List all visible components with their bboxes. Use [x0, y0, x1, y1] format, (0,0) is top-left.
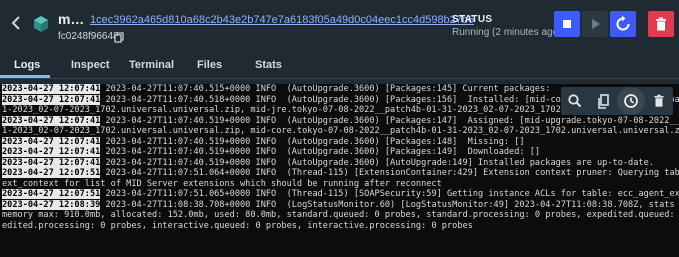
- log-timestamp: 2023-04-27 12:07:41: [2, 84, 101, 94]
- log-timestamp: 2023-04-27 12:07:41: [2, 94, 101, 105]
- restart-icon: [616, 15, 630, 31]
- log-line: 2023-04-27 12:07:41 2023-04-27T11:07:40.…: [2, 115, 679, 127]
- timestamps-toggle-button[interactable]: [617, 87, 645, 115]
- copy-logs-button[interactable]: [589, 87, 617, 115]
- log-message: 2023-04-27T11:07:40.519+0000 INFO (AutoU…: [100, 136, 525, 147]
- search-logs-button[interactable]: [561, 87, 589, 115]
- clear-logs-button[interactable]: [645, 87, 673, 115]
- log-message: 2023-04-27T11:07:40.519+0000 INFO (AutoU…: [100, 157, 654, 168]
- search-icon: [568, 94, 582, 108]
- start-button[interactable]: [582, 11, 608, 37]
- log-line: 2023-04-27 12:07:41 2023-04-27T11:07:40.…: [2, 147, 677, 158]
- tab-inspect[interactable]: Inspect: [71, 59, 110, 71]
- log-message: 2023-04-27T11:08:38.708+0000 INFO (LogSt…: [100, 199, 679, 210]
- trash-icon: [654, 94, 664, 107]
- log-toolbar: [561, 87, 673, 115]
- log-message: 2023-04-27T11:07:40.519+0000 INFO (AutoU…: [100, 115, 679, 126]
- log-line: edited.processing: 0 probes, interactive…: [2, 221, 677, 232]
- clock-icon: [624, 94, 638, 108]
- log-message: 1-2023_02-07-2023_1702.universal.univers…: [2, 105, 654, 115]
- stop-icon: [563, 20, 571, 28]
- container-cube-icon: [32, 15, 50, 33]
- back-arrow-icon[interactable]: [9, 13, 23, 33]
- tab-divider: [0, 78, 679, 79]
- copy-id-icon[interactable]: [114, 30, 124, 43]
- log-line: ext_context for list of MID Server exten…: [2, 179, 677, 190]
- log-line: 2023-04-27 12:07:41 2023-04-27T11:07:40.…: [2, 136, 677, 148]
- tab-files[interactable]: Files: [197, 59, 222, 71]
- log-timestamp: 2023-04-27 12:07:41: [2, 136, 101, 147]
- log-timestamp: 2023-04-27 12:07:41: [2, 147, 101, 157]
- container-hash-link[interactable]: 1cec3962a465d810a68c2b43e2b747e7a6183f05…: [90, 14, 474, 26]
- log-timestamp: 2023-04-27 12:07:51: [2, 189, 101, 199]
- log-line: 2023-04-27 12:07:51 2023-04-27T11:07:51.…: [2, 168, 679, 179]
- log-timestamp: 2023-04-27 12:08:39: [2, 199, 101, 210]
- tab-bar: Logs Inspect Terminal Files Stats: [0, 52, 679, 79]
- tab-logs[interactable]: Logs: [14, 59, 40, 71]
- log-message: 2023-04-27T11:07:40.519+0000 INFO (AutoU…: [100, 147, 541, 157]
- log-message: 1-2023_02-07-2023_1702.universal.univers…: [2, 126, 679, 136]
- container-name: m...: [58, 11, 85, 27]
- play-icon: [592, 19, 600, 29]
- log-line: 2023-04-27 12:07:51 2023-04-27T11:07:51.…: [2, 189, 679, 200]
- tab-terminal[interactable]: Terminal: [129, 59, 174, 71]
- log-line: memory max: 910.0mb, allocated: 152.0mb,…: [2, 210, 677, 221]
- log-message: 2023-04-27T11:07:51.065+0000 INFO (Threa…: [100, 189, 679, 199]
- log-message: edited.processing: 0 probes, interactive…: [2, 220, 473, 231]
- status-label: STATUS: [452, 14, 493, 25]
- container-short-id: fc0248f96648: [58, 31, 119, 42]
- status-text: Running (2 minutes ago): [452, 27, 562, 38]
- stop-button[interactable]: [554, 11, 580, 37]
- log-timestamp: 2023-04-27 12:07:41: [2, 115, 101, 126]
- log-timestamp: 2023-04-27 12:07:41: [2, 157, 101, 168]
- tab-stats[interactable]: Stats: [255, 59, 282, 71]
- restart-button[interactable]: [610, 11, 636, 37]
- copy-icon: [598, 94, 609, 109]
- log-message: 2023-04-27T11:07:40.515+0000 INFO (AutoU…: [100, 84, 551, 94]
- log-message: memory max: 910.0mb, allocated: 152.0mb,…: [2, 210, 679, 220]
- log-line: 2023-04-27 12:08:39 2023-04-27T11:08:38.…: [2, 199, 679, 211]
- log-line: 2023-04-27 12:07:41 2023-04-27T11:07:40.…: [2, 157, 677, 169]
- container-header: m... 1cec3962a465d810a68c2b43e2b747e7a61…: [0, 0, 679, 50]
- trash-icon: [656, 17, 666, 31]
- log-line: 1-2023_02-07-2023_1702.universal.univers…: [2, 126, 679, 137]
- log-timestamp: 2023-04-27 12:07:51: [2, 168, 101, 178]
- log-message: ext_context for list of MID Server exten…: [2, 178, 442, 189]
- delete-container-button[interactable]: [648, 11, 674, 37]
- log-message: 2023-04-27T11:07:51.064+0000 INFO (Threa…: [105, 168, 679, 178]
